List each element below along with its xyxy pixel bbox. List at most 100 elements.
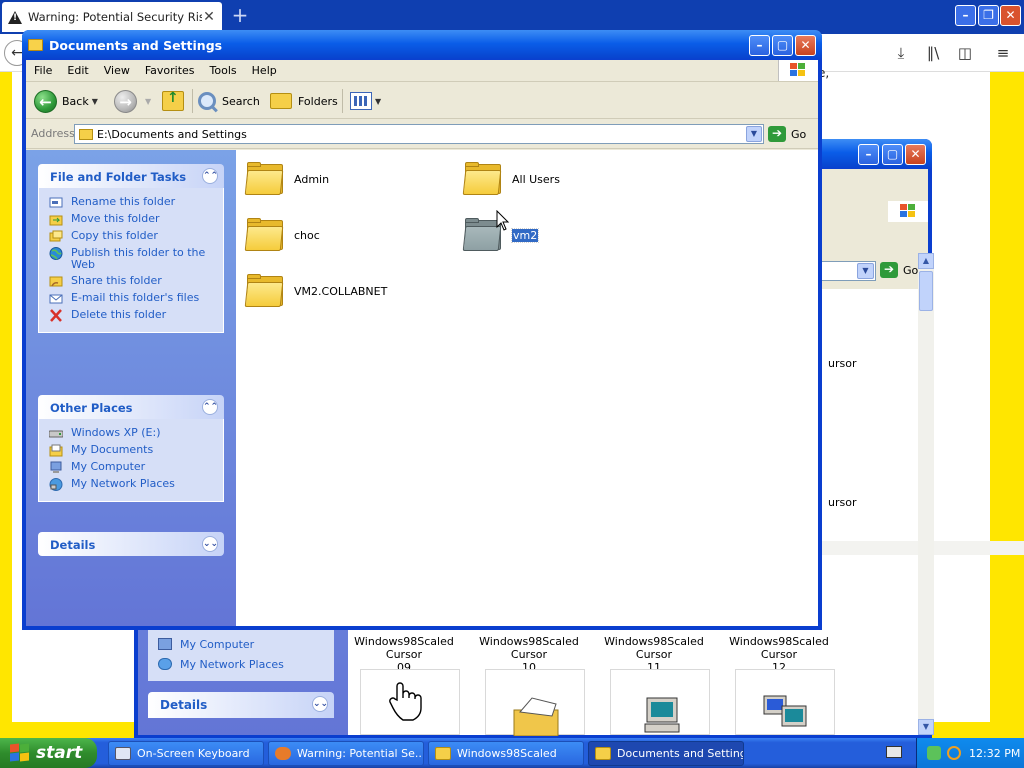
go-button[interactable]: ➔ Go <box>768 126 806 142</box>
taskbar-on-screen-keyboard[interactable]: On-Screen Keyboard <box>108 741 264 766</box>
folder-item-all-users[interactable]: All Users <box>462 162 560 196</box>
scroll-thumb[interactable] <box>919 271 933 311</box>
menu-edit[interactable]: Edit <box>67 64 88 77</box>
bg-link-my-network-places[interactable]: My Network Places <box>158 655 284 673</box>
taskbar-firefox[interactable]: Warning: Potential Se... <box>268 741 424 766</box>
expand-chevron-icon[interactable]: ⌄⌄ <box>312 696 328 712</box>
minimize-button[interactable]: – <box>749 35 770 56</box>
place-my-documents[interactable]: My Documents <box>39 442 223 459</box>
task-publish-web[interactable]: Publish this folder to the Web <box>39 245 223 273</box>
computer-icon <box>644 697 680 733</box>
network-thumbnail[interactable] <box>735 669 835 735</box>
bg-link-my-computer[interactable]: My Computer <box>158 635 254 653</box>
network-icon <box>49 478 63 491</box>
expand-chevron-icon[interactable]: ⌄⌄ <box>202 536 218 552</box>
folder-icon <box>244 218 284 252</box>
scroll-up-icon[interactable]: ▲ <box>918 253 934 269</box>
task-email-files[interactable]: E-mail this folder's files <box>39 290 223 307</box>
menu-file[interactable]: File <box>34 64 52 77</box>
views-button[interactable]: ▼ <box>350 88 381 114</box>
folder-item-choc[interactable]: choc <box>244 218 320 252</box>
folder-item-vm2-collabnet[interactable]: VM2.COLLABNET <box>244 274 387 308</box>
taskbar-button-label: Windows98Scaled <box>457 747 557 760</box>
menu-favorites[interactable]: Favorites <box>145 64 195 77</box>
search-tray-icon[interactable] <box>947 746 961 760</box>
standard-toolbar: ← Back ▼ → ▼ Search Folders <box>26 83 818 119</box>
back-button[interactable]: ← Back ▼ <box>34 88 98 114</box>
collapse-chevron-icon[interactable]: ⌃⌃ <box>202 168 218 184</box>
menu-help[interactable]: Help <box>252 64 277 77</box>
close-button[interactable]: ✕ <box>795 35 816 56</box>
taskbar: start On-Screen Keyboard Warning: Potent… <box>0 738 1024 768</box>
bg-maximize-button[interactable]: ▢ <box>882 144 903 165</box>
taskbar-button-label: Warning: Potential Se... <box>297 747 424 760</box>
task-rename-folder[interactable]: Rename this folder <box>39 194 223 211</box>
globe-icon <box>49 247 63 260</box>
task-label: Copy this folder <box>71 229 158 242</box>
place-my-network-places[interactable]: My Network Places <box>39 476 223 493</box>
folder-doc-thumbnail[interactable] <box>485 669 585 737</box>
place-label: My Documents <box>71 443 154 456</box>
firefox-restore-button[interactable]: ❐ <box>978 5 999 26</box>
menu-view[interactable]: View <box>104 64 130 77</box>
bg-minimize-button[interactable]: – <box>858 144 879 165</box>
task-copy-folder[interactable]: Copy this folder <box>39 228 223 245</box>
new-tab-icon[interactable]: + <box>230 5 250 27</box>
maximize-button[interactable]: ▢ <box>772 35 793 56</box>
bg-address-bar: ▼ ➔ Go <box>820 253 928 289</box>
place-my-computer[interactable]: My Computer <box>39 459 223 476</box>
sidebar-icon[interactable]: ◫ <box>954 43 976 63</box>
panel-header[interactable]: File and Folder Tasks ⌃⌃ <box>38 164 224 188</box>
panel-header[interactable]: Other Places ⌃⌃ <box>38 395 224 419</box>
close-tab-icon[interactable]: ✕ <box>202 9 216 25</box>
toolbar-separator <box>192 89 193 113</box>
taskbar-windows98scaled[interactable]: Windows98Scaled <box>428 741 584 766</box>
dropdown-arrow-icon[interactable]: ▼ <box>92 97 98 106</box>
start-button[interactable]: start <box>0 738 97 768</box>
hand-cursor-thumbnail[interactable] <box>360 669 460 735</box>
taskbar-documents-and-settings[interactable]: Documents and Settings <box>588 741 744 766</box>
dropdown-arrow-icon[interactable]: ▼ <box>145 97 151 106</box>
search-label: Search <box>222 94 260 108</box>
folder-name: vm2 <box>510 227 540 243</box>
firefox-tab[interactable]: Warning: Potential Security Risk A ✕ <box>2 2 222 32</box>
up-button[interactable] <box>162 88 184 114</box>
keyboard-tray-icon[interactable] <box>886 746 902 758</box>
folder-item-admin[interactable]: Admin <box>244 162 330 196</box>
hamburger-menu-icon[interactable]: ≡ <box>992 43 1014 63</box>
task-move-folder[interactable]: Move this folder <box>39 211 223 228</box>
download-icon[interactable]: ⤓ <box>890 43 912 63</box>
task-share-folder[interactable]: Share this folder <box>39 273 223 290</box>
scroll-down-icon[interactable]: ▼ <box>918 719 934 735</box>
dropdown-arrow-icon[interactable]: ▼ <box>857 263 874 279</box>
search-button[interactable]: Search <box>198 88 260 114</box>
firefox-close-button[interactable]: ✕ <box>1000 5 1021 26</box>
bg-go-button[interactable]: ➔ Go <box>880 262 918 278</box>
dropdown-arrow-icon[interactable]: ▼ <box>746 126 762 142</box>
dropdown-arrow-icon[interactable]: ▼ <box>375 97 381 106</box>
title-bar[interactable]: Documents and Settings <box>22 30 822 60</box>
computer-thumbnail[interactable] <box>610 669 710 735</box>
clock[interactable]: 12:32 PM <box>969 747 1020 760</box>
network-tray-icon[interactable] <box>927 746 941 760</box>
panel-title: Details <box>50 538 96 552</box>
folder-name: Admin <box>294 172 330 186</box>
firefox-minimize-button[interactable]: – <box>955 5 976 26</box>
panel-title: Other Places <box>50 401 133 415</box>
taskbar-button-label: Documents and Settings <box>617 747 744 760</box>
panel-header[interactable]: Details ⌄⌄ <box>38 532 224 556</box>
bg-details-header[interactable]: Details ⌄⌄ <box>148 692 334 718</box>
menu-tools[interactable]: Tools <box>210 64 237 77</box>
bg-vertical-scrollbar[interactable]: ▲ ▼ <box>918 253 934 735</box>
task-delete-folder[interactable]: Delete this folder <box>39 307 223 324</box>
folder-name: All Users <box>512 172 560 186</box>
other-places-panel: Other Places ⌃⌃ Windows XP (E:) My Docum… <box>38 395 224 502</box>
collapse-chevron-icon[interactable]: ⌃⌃ <box>202 399 218 415</box>
bg-address-input[interactable]: ▼ <box>820 261 876 281</box>
folders-button[interactable]: Folders <box>270 88 338 114</box>
address-input[interactable]: E:\Documents and Settings ▼ <box>74 124 764 144</box>
bg-close-button[interactable]: ✕ <box>905 144 926 165</box>
forward-button[interactable]: → ▼ <box>114 88 151 114</box>
library-icon[interactable]: ∥\ <box>922 43 944 63</box>
place-windows-xp-drive[interactable]: Windows XP (E:) <box>39 425 223 442</box>
